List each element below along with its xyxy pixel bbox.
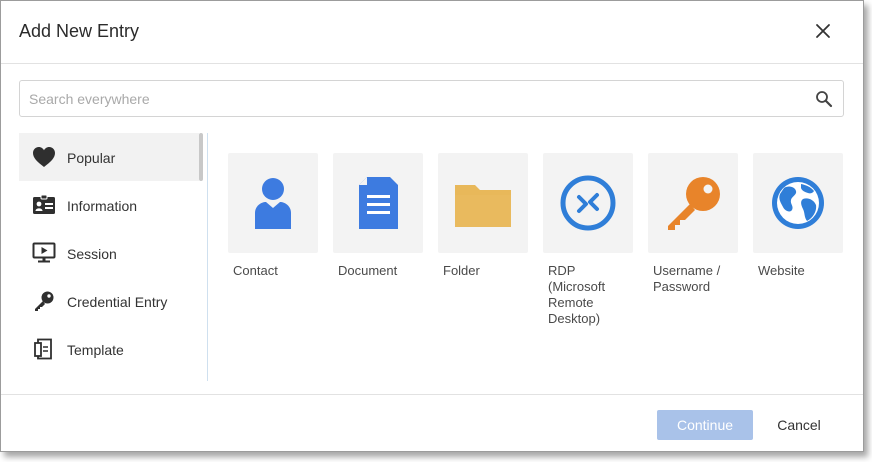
search-box <box>19 80 844 117</box>
entry-tile-box <box>228 153 318 253</box>
entry-tile-box <box>648 153 738 253</box>
monitor-play-icon <box>32 242 56 264</box>
sidebar-item-information[interactable]: Information <box>19 181 199 229</box>
sidebar-item-popular[interactable]: Popular <box>19 133 199 181</box>
sidebar-item-label: Session <box>67 246 117 262</box>
sidebar-item-session[interactable]: Session <box>19 229 199 277</box>
entry-tile-username-password[interactable]: Username / Password <box>648 153 738 294</box>
rdp-icon <box>560 175 616 231</box>
cancel-button[interactable]: Cancel <box>767 410 831 440</box>
key-icon <box>32 290 56 312</box>
entry-tile-label: Website <box>758 263 805 278</box>
key-icon <box>668 177 720 230</box>
entry-tile-box <box>438 153 528 253</box>
entry-tile-document[interactable]: Document <box>333 153 423 278</box>
entry-tile-label: Document <box>338 263 398 278</box>
heart-icon <box>32 146 56 168</box>
sidebar-item-label: Information <box>67 198 138 214</box>
close-icon[interactable] <box>811 19 835 43</box>
search-input[interactable] <box>21 82 801 115</box>
entry-tile-label: RDP (Microsoft Remote Desktop) <box>548 263 606 326</box>
entry-tile-rdp[interactable]: RDP (Microsoft Remote Desktop) <box>543 153 633 326</box>
sidebar-item-label: Popular <box>67 150 116 166</box>
entry-tile-folder[interactable]: Folder <box>438 153 528 278</box>
entry-tile-label: Contact <box>233 263 278 278</box>
entry-tile-box <box>753 153 843 253</box>
id-card-icon <box>32 194 56 216</box>
folder-icon <box>455 185 511 227</box>
globe-icon <box>772 177 824 229</box>
category-sidebar: Popular Information Session Credential E… <box>19 133 208 381</box>
dialog-header: Add New Entry <box>1 1 863 64</box>
entry-tile-website[interactable]: Website <box>753 153 843 278</box>
dialog-title: Add New Entry <box>19 21 140 41</box>
entry-tile-box <box>543 153 633 253</box>
add-new-entry-dialog: Add New Entry Popular <box>0 0 864 452</box>
sidebar-item-template[interactable]: Template <box>19 325 199 373</box>
continue-button[interactable]: Continue <box>657 410 753 440</box>
entry-tile-contact[interactable]: Contact <box>228 153 318 278</box>
footer-divider <box>1 394 863 395</box>
template-icon <box>32 338 56 360</box>
entry-tile-label: Username / Password <box>653 263 721 294</box>
entry-tile-label: Folder <box>443 263 480 278</box>
search-icon[interactable] <box>815 90 833 108</box>
sidebar-item-label: Credential Entry <box>67 294 168 310</box>
sidebar-item-label: Template <box>67 342 124 358</box>
sidebar-item-credential-entry[interactable]: Credential Entry <box>19 277 199 325</box>
entry-tile-box <box>333 153 423 253</box>
document-icon <box>359 177 398 229</box>
contact-icon <box>255 178 291 229</box>
sidebar-scrollbar[interactable] <box>199 133 203 181</box>
